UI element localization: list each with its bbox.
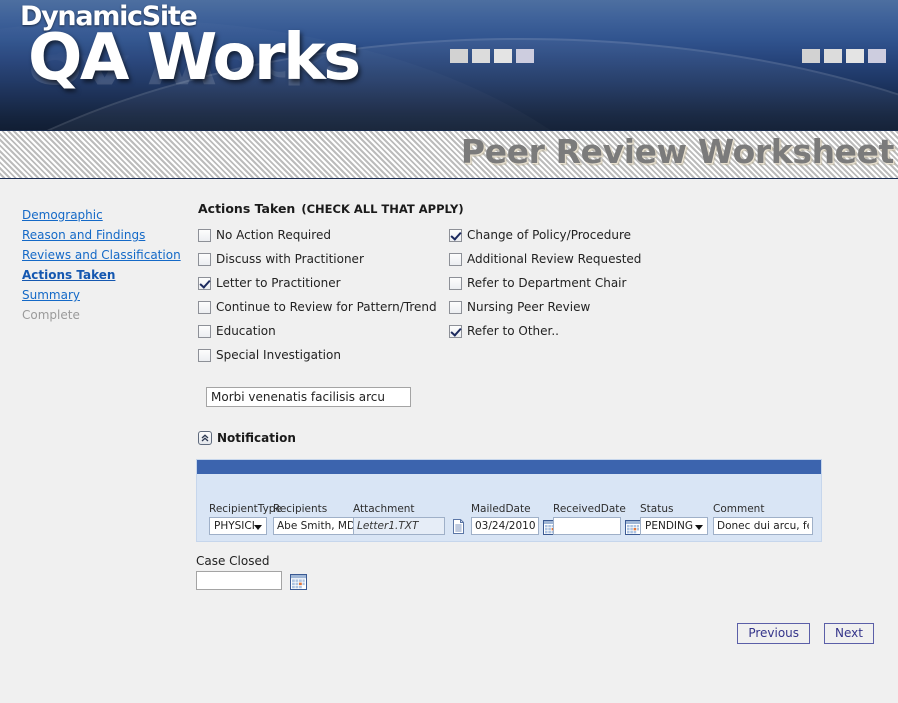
checkbox-label[interactable]: Nursing Peer Review (467, 300, 590, 314)
mailed-date-input[interactable] (471, 517, 539, 535)
page-title: Peer Review Worksheet (461, 132, 894, 171)
received-date-input[interactable] (553, 517, 621, 535)
actions-checkbox-column-right: Change of Policy/Procedure Additional Re… (449, 223, 699, 343)
field-label: Comment (713, 503, 813, 516)
case-closed-row (196, 571, 307, 590)
field-received-date: ReceivedDate (553, 503, 641, 535)
status-value: PENDING (645, 520, 693, 532)
field-comment: Comment (713, 503, 813, 535)
checkbox-row[interactable]: Letter to Practitioner (198, 271, 448, 295)
checkbox-discuss-with-practitioner[interactable] (198, 253, 211, 266)
refer-to-other-input[interactable] (206, 387, 411, 407)
checkbox-refer-to-department-chair[interactable] (449, 277, 462, 290)
checkbox-row[interactable]: Education (198, 319, 448, 343)
checkbox-row[interactable]: Continue to Review for Pattern/Trend (198, 295, 448, 319)
attachment-input (353, 517, 445, 535)
chevron-double-up-icon[interactable] (198, 431, 212, 445)
notification-section-toggle[interactable]: Notification (198, 431, 296, 445)
checkbox-label[interactable]: Special Investigation (216, 348, 341, 362)
sidebar-item-summary[interactable]: Summary (22, 285, 187, 305)
checkbox-letter-to-practitioner[interactable] (198, 277, 211, 290)
field-recipient-type: RecipientType PHYSICI (209, 503, 282, 535)
checkbox-row[interactable]: Additional Review Requested (449, 247, 699, 271)
field-label: Attachment (353, 503, 466, 516)
wizard-step-nav: Demographic Reason and Findings Reviews … (22, 205, 187, 325)
notification-fields: RecipientType PHYSICI Recipients Attachm… (197, 474, 821, 543)
section-heading: Actions Taken (CHECK ALL THAT APPLY) (198, 201, 464, 216)
calendar-icon[interactable] (290, 574, 307, 590)
recipient-type-select[interactable]: PHYSICI (209, 517, 267, 535)
field-recipients: Recipients (273, 503, 365, 535)
actions-checkbox-column-left: No Action Required Discuss with Practiti… (198, 223, 448, 367)
field-status: Status PENDING (640, 503, 708, 535)
checkbox-row[interactable]: Refer to Department Chair (449, 271, 699, 295)
attachment-row (353, 517, 466, 535)
field-label: MailedDate (471, 503, 559, 516)
chevron-down-icon (695, 525, 703, 530)
calendar-icon[interactable] (625, 520, 641, 535)
checkbox-label[interactable]: Education (216, 324, 276, 338)
field-label: Recipients (273, 503, 365, 516)
checkbox-row[interactable]: Special Investigation (198, 343, 448, 367)
checkbox-label[interactable]: Change of Policy/Procedure (467, 228, 631, 242)
checkbox-education[interactable] (198, 325, 211, 338)
section-heading-text: Actions Taken (198, 201, 295, 216)
checkbox-label[interactable]: Letter to Practitioner (216, 276, 341, 290)
checkbox-row[interactable]: Discuss with Practitioner (198, 247, 448, 271)
checkbox-label[interactable]: Discuss with Practitioner (216, 252, 364, 266)
case-closed-input[interactable] (196, 571, 282, 590)
status-select[interactable]: PENDING (640, 517, 708, 535)
checkbox-no-action-required[interactable] (198, 229, 211, 242)
field-mailed-date: MailedDate (471, 503, 559, 535)
sidebar-item-demographic[interactable]: Demographic (22, 205, 187, 225)
checkbox-row[interactable]: No Action Required (198, 223, 448, 247)
previous-button[interactable]: Previous (737, 623, 810, 644)
checkbox-refer-to-other[interactable] (449, 325, 462, 338)
field-label: RecipientType (209, 503, 282, 516)
sidebar-item-reason-and-findings[interactable]: Reason and Findings (22, 225, 187, 245)
field-label: ReceivedDate (553, 503, 641, 516)
sidebar-item-reviews-and-classification[interactable]: Reviews and Classification (22, 245, 187, 265)
sidebar-item-actions-taken[interactable]: Actions Taken (22, 265, 187, 285)
field-attachment: Attachment (353, 503, 466, 535)
checkbox-nursing-peer-review[interactable] (449, 301, 462, 314)
notification-panel-header-bar (197, 460, 821, 474)
recipients-input[interactable] (273, 517, 365, 535)
field-label: Status (640, 503, 708, 516)
checkbox-label[interactable]: Refer to Other.. (467, 324, 559, 338)
checkbox-label[interactable]: Additional Review Requested (467, 252, 641, 266)
document-icon[interactable] (451, 518, 466, 535)
checkbox-additional-review-requested[interactable] (449, 253, 462, 266)
recipient-type-value: PHYSICI (214, 520, 255, 532)
sidebar-item-complete: Complete (22, 305, 187, 325)
case-closed-label: Case Closed (196, 554, 307, 568)
app-banner: DynamicSite QA Works QA Works (0, 0, 898, 130)
checkbox-row[interactable]: Change of Policy/Procedure (449, 223, 699, 247)
checkbox-label[interactable]: No Action Required (216, 228, 331, 242)
checkbox-row[interactable]: Nursing Peer Review (449, 295, 699, 319)
page-title-band: Peer Review Worksheet (0, 130, 898, 179)
case-closed-group: Case Closed (196, 554, 307, 590)
checkbox-label[interactable]: Continue to Review for Pattern/Trend (216, 300, 437, 314)
notification-section-title: Notification (217, 431, 296, 445)
mailed-date-row (471, 517, 559, 535)
page-content: Demographic Reason and Findings Reviews … (0, 179, 898, 703)
checkbox-change-of-policy-procedure[interactable] (449, 229, 462, 242)
notification-panel: RecipientType PHYSICI Recipients Attachm… (196, 459, 822, 542)
wizard-button-row: Previous Next (737, 623, 874, 644)
checkbox-special-investigation[interactable] (198, 349, 211, 362)
brand-logo-qaworks: QA Works (28, 26, 359, 90)
comment-input[interactable] (713, 517, 813, 535)
section-heading-subtext: (CHECK ALL THAT APPLY) (301, 202, 463, 216)
chevron-down-icon (254, 525, 262, 530)
checkbox-label[interactable]: Refer to Department Chair (467, 276, 626, 290)
checkbox-continue-to-review-for-pattern-trend[interactable] (198, 301, 211, 314)
received-date-row (553, 517, 641, 535)
checkbox-row[interactable]: Refer to Other.. (449, 319, 699, 343)
next-button[interactable]: Next (824, 623, 874, 644)
